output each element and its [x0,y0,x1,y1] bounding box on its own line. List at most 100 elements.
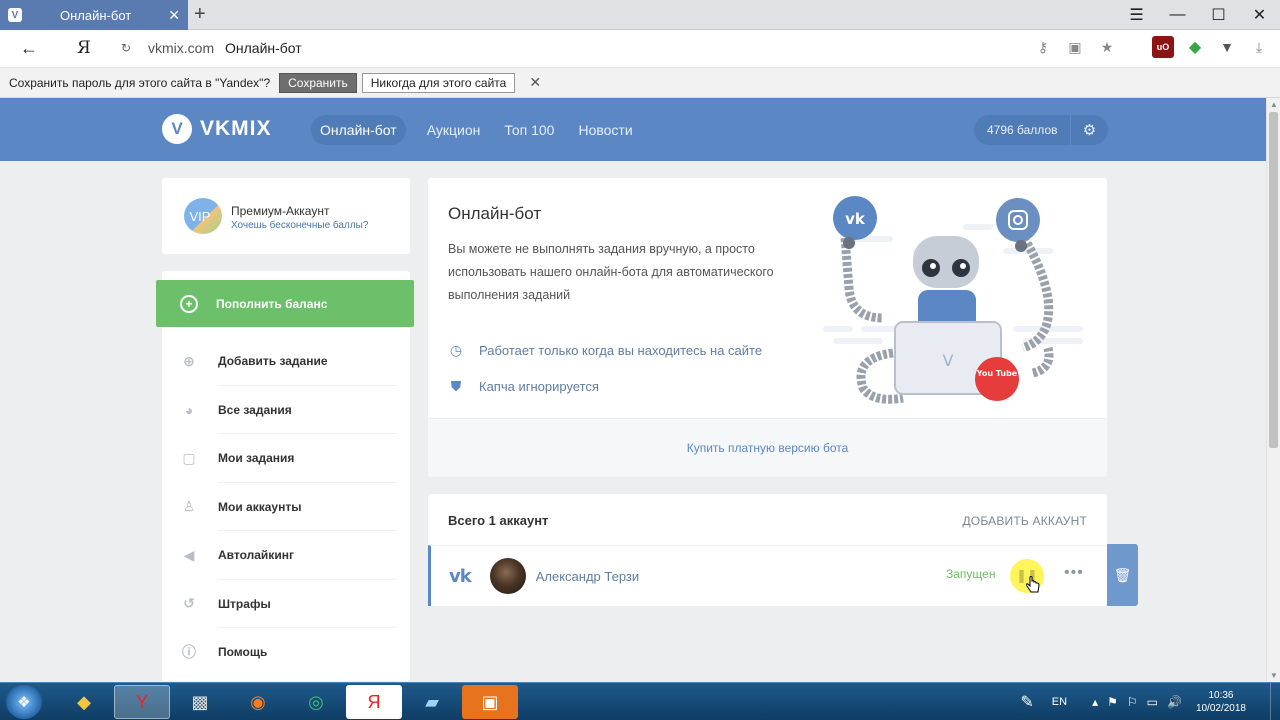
balance-widget: 4796 баллов ⚙ [974,115,1108,145]
nav-auction[interactable]: Аукцион [418,115,490,145]
back-arrow-icon[interactable]: ← [20,38,38,59]
sidebar-item-my-tasks[interactable]: ▢ Мои задания [162,434,410,483]
minimize-icon[interactable]: — [1157,0,1198,30]
address-page-title[interactable]: Онлайн-бот [225,40,302,56]
ublock-extension-icon[interactable]: uO [1152,36,1174,58]
robot-illustration: vk V You Tube [823,196,1083,404]
recorder-app-icon[interactable]: ▣ [462,685,518,719]
sidebar-item-penalties[interactable]: ↺ Штрафы [162,580,410,629]
language-indicator[interactable]: EN [1052,696,1067,708]
tab-title: Онлайн-бот [60,7,132,23]
add-account-button[interactable]: ДОБАВИТЬ АККАУНТ [962,514,1087,528]
sidebar-item-label: Мои задания [218,451,295,466]
tray-network-warning-icon[interactable]: ⚑ [1107,695,1118,709]
firefox-app-icon[interactable]: ◉ [230,685,286,719]
scroll-up-icon[interactable]: ▲ [1270,100,1278,109]
sidebar-item-all-tasks[interactable]: ◕ Все задания [162,386,410,435]
accounts-title: Всего 1 аккаунт [448,513,549,528]
browser-tab-bar: V Онлайн-бот ✕ + ☰ — ☐ ✕ [0,0,1280,30]
feature-text: Капча игнорируется [479,378,599,394]
reload-icon[interactable]: ↻ [121,41,131,55]
new-tab-button[interactable]: + [194,3,206,26]
sidebar-item-my-accounts[interactable]: ♙ Мои аккаунты [162,483,410,532]
show-desktop-button[interactable] [1270,683,1280,720]
scroll-thumb[interactable] [1269,112,1278,448]
menu-list: ⊕ Добавить задание ◕ Все задания ▢ Мои з… [162,337,410,677]
address-domain[interactable]: vkmix.com [148,40,214,56]
key-icon[interactable]: ⚷ [1032,36,1054,58]
sidebar-item-add-task[interactable]: ⊕ Добавить задание [162,337,410,386]
svg-text:vk: vk [845,210,866,228]
tray-expand-icon[interactable]: ▴ [1092,695,1098,709]
clock[interactable]: 10:36 10/02/2018 [1196,689,1246,715]
yandex-logo-icon[interactable]: Я [77,38,91,58]
delete-account-button[interactable]: 🗑 [1107,544,1138,606]
notes-app-icon[interactable]: ▰ [404,685,460,719]
topup-balance-button[interactable]: + Пополнить баланс [156,280,414,327]
penalty-icon: ↺ [183,595,195,612]
main-nav: Онлайн-бот Аукцион Топ 100 Новости [311,115,642,145]
buy-bot-link[interactable]: Купить платную версию бота [428,418,1107,477]
start-button-icon[interactable]: ❖ [6,685,42,719]
premium-card[interactable]: VIP Премиум-Аккаунт Хочешь бесконечные б… [162,178,410,254]
svg-text:V: V [943,351,954,370]
feature-captcha: ⛊ Капча игнорируется [448,378,599,394]
pen-tablet-icon[interactable]: ✎ [1020,692,1033,712]
maximize-icon[interactable]: ☐ [1198,0,1239,30]
camtasia-app-icon[interactable]: ◎ [288,685,344,719]
bookmark-star-icon[interactable]: ★ [1096,36,1118,58]
account-name[interactable]: Александр Терзи [536,569,639,584]
sidebar-item-label: Добавить задание [218,354,328,369]
site-header: V VKMIX Онлайн-бот Аукцион Топ 100 Новос… [0,98,1266,161]
sidebar-item-help[interactable]: ⓘ Помощь [162,628,410,677]
my-tasks-icon: ▢ [182,449,196,466]
address-bar: ← Я ↻ vkmix.com Онлайн-бот ⚷ ▣ ★ uO ◆ ▼ … [0,30,1280,68]
sidebar-item-label: Помощь [218,645,268,660]
bot-description: Вы можете не выполнять задания вручную, … [448,242,774,302]
balance-points[interactable]: 4796 баллов [974,115,1071,145]
vkmix-favicon-icon: V [8,8,22,22]
game-app-icon[interactable]: ▩ [172,685,228,719]
address-bar-icons: ⚷ ▣ ★ uO ◆ ▼ ⤓ [1032,36,1270,58]
system-tray: ✎ EN ▴ ⚑ ⚐ ▭ 🔊 10:36 10/02/2018 [1020,683,1280,720]
avatar[interactable] [489,558,526,594]
tray-flag-icon[interactable]: ⚐ [1127,695,1138,709]
lock-icon[interactable]: ▣ [1064,36,1086,58]
never-save-button[interactable]: Никогда для этого сайта [361,72,516,93]
tab-close-icon[interactable]: ✕ [168,7,180,24]
sidebar-item-autoliking[interactable]: ◀ Автолайкинг [162,531,410,580]
account-row[interactable]: vk Александр Терзи Запущен ❚❚ ••• [428,545,1107,606]
vkmix-logo[interactable]: V VKMIX [162,114,272,144]
tray-monitor-icon[interactable]: ▭ [1147,695,1158,709]
browser-tab[interactable]: V Онлайн-бот ✕ [0,0,188,30]
yandex-browser-app-icon[interactable]: Y [114,685,170,719]
close-icon[interactable]: ✕ [529,74,541,91]
all-tasks-icon: ◕ [184,401,194,418]
tray-volume-icon[interactable]: 🔊 [1167,695,1182,709]
hand-cursor-icon [1026,576,1040,593]
nav-top100[interactable]: Топ 100 [495,115,563,145]
sidebar-item-label: Мои аккаунты [218,499,302,514]
vk-logo-icon: vk [449,565,472,587]
adguard-shield-icon[interactable]: ◆ [1184,36,1206,58]
page-scrollbar[interactable]: ▲ ▼ [1266,98,1280,682]
scroll-down-icon[interactable]: ▼ [1270,671,1278,680]
nav-news[interactable]: Новости [569,115,641,145]
gear-icon[interactable]: ⚙ [1071,121,1108,139]
premium-title: Премиум-Аккаунт [231,204,330,218]
yandex-app-icon[interactable]: Я [346,685,402,719]
browser-menu-icon[interactable]: ☰ [1116,0,1157,30]
pocket-icon[interactable]: ▼ [1216,36,1238,58]
youtube-ball-icon [975,357,1019,401]
nav-online-bot[interactable]: Онлайн-бот [311,115,406,145]
more-options-icon[interactable]: ••• [1064,564,1084,582]
window-controls: ☰ — ☐ ✕ [1116,0,1280,30]
premium-subtitle-link[interactable]: Хочешь бесконечные баллы? [231,220,368,231]
close-window-icon[interactable]: ✕ [1239,0,1280,30]
save-password-button[interactable]: Сохранить [279,72,357,93]
bluestacks-app-icon[interactable]: ◆ [56,685,112,719]
download-icon[interactable]: ⤓ [1248,36,1270,58]
clock-icon: ◷ [449,341,463,358]
sidebar-item-label: Штрафы [218,596,271,611]
